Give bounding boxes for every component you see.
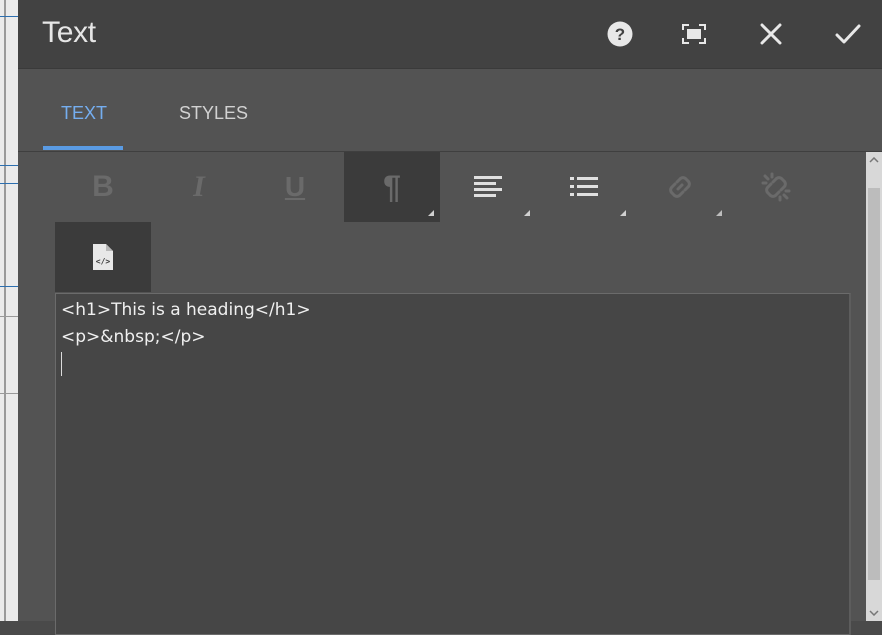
align-left-icon [474,176,502,197]
fullscreen-button[interactable] [674,14,714,54]
dropdown-indicator-icon [524,210,530,216]
scroll-up-icon[interactable] [866,152,882,168]
source-line: <h1>This is a heading</h1> [61,300,311,320]
fullscreen-icon [682,24,706,44]
background-line [0,165,18,166]
background-line [0,316,18,317]
cancel-button[interactable] [751,14,791,54]
text-caret [61,352,62,376]
justify-button[interactable] [440,152,536,222]
bulleted-list-icon [570,177,598,196]
background-page-strip [0,0,18,621]
dialog-title: Text [42,16,96,49]
help-button[interactable]: ? [600,14,640,54]
source-edit-button[interactable]: </> [55,222,151,292]
scroll-down-icon[interactable] [866,605,882,621]
bold-button[interactable]: B [55,152,151,222]
scrollbar-thumb[interactable] [868,188,880,580]
background-line [0,286,18,287]
background-line [0,16,18,17]
italic-icon: I [193,170,205,203]
close-icon [760,23,782,45]
dialog-header: Text ? [18,0,882,69]
tab-text[interactable]: TEXT [61,103,107,124]
unlink-icon [761,172,791,202]
bold-icon: B [92,170,114,203]
help-icon: ? [607,21,633,47]
list-button[interactable] [536,152,632,222]
dropdown-indicator-icon [716,210,722,216]
checkmark-icon [835,24,861,44]
italic-button[interactable]: I [151,152,247,222]
svg-text:</>: </> [96,257,111,266]
source-code-editor[interactable]: <h1>This is a heading</h1> <p>&nbsp;</p> [55,293,851,635]
underline-icon: U [284,171,306,202]
unlink-button[interactable] [728,152,824,222]
text-editor-dialog: Text ? TEXT STYLES B I U ¶ </> <h1>This … [18,0,882,635]
underline-button[interactable]: U [247,152,343,222]
paragraph-format-button[interactable]: ¶ [344,152,440,222]
dropdown-indicator-icon [620,210,626,216]
svg-text:?: ? [615,25,625,44]
tab-styles[interactable]: STYLES [179,103,248,124]
background-line [0,393,18,394]
tab-bar: TEXT STYLES [18,69,882,152]
done-button[interactable] [828,14,868,54]
vertical-scrollbar[interactable] [866,152,882,621]
link-button[interactable] [632,152,728,222]
dropdown-indicator-icon [428,210,434,216]
active-tab-indicator [43,146,123,150]
background-line [0,183,18,184]
paragraph-icon: ¶ [383,168,401,205]
source-line: <p>&nbsp;</p> [61,327,206,347]
editor-panel: B I U ¶ </> <h1>This is a heading</h1> <… [18,152,866,635]
link-icon [669,176,691,198]
source-code-icon: </> [93,244,113,270]
background-edge [4,0,6,621]
